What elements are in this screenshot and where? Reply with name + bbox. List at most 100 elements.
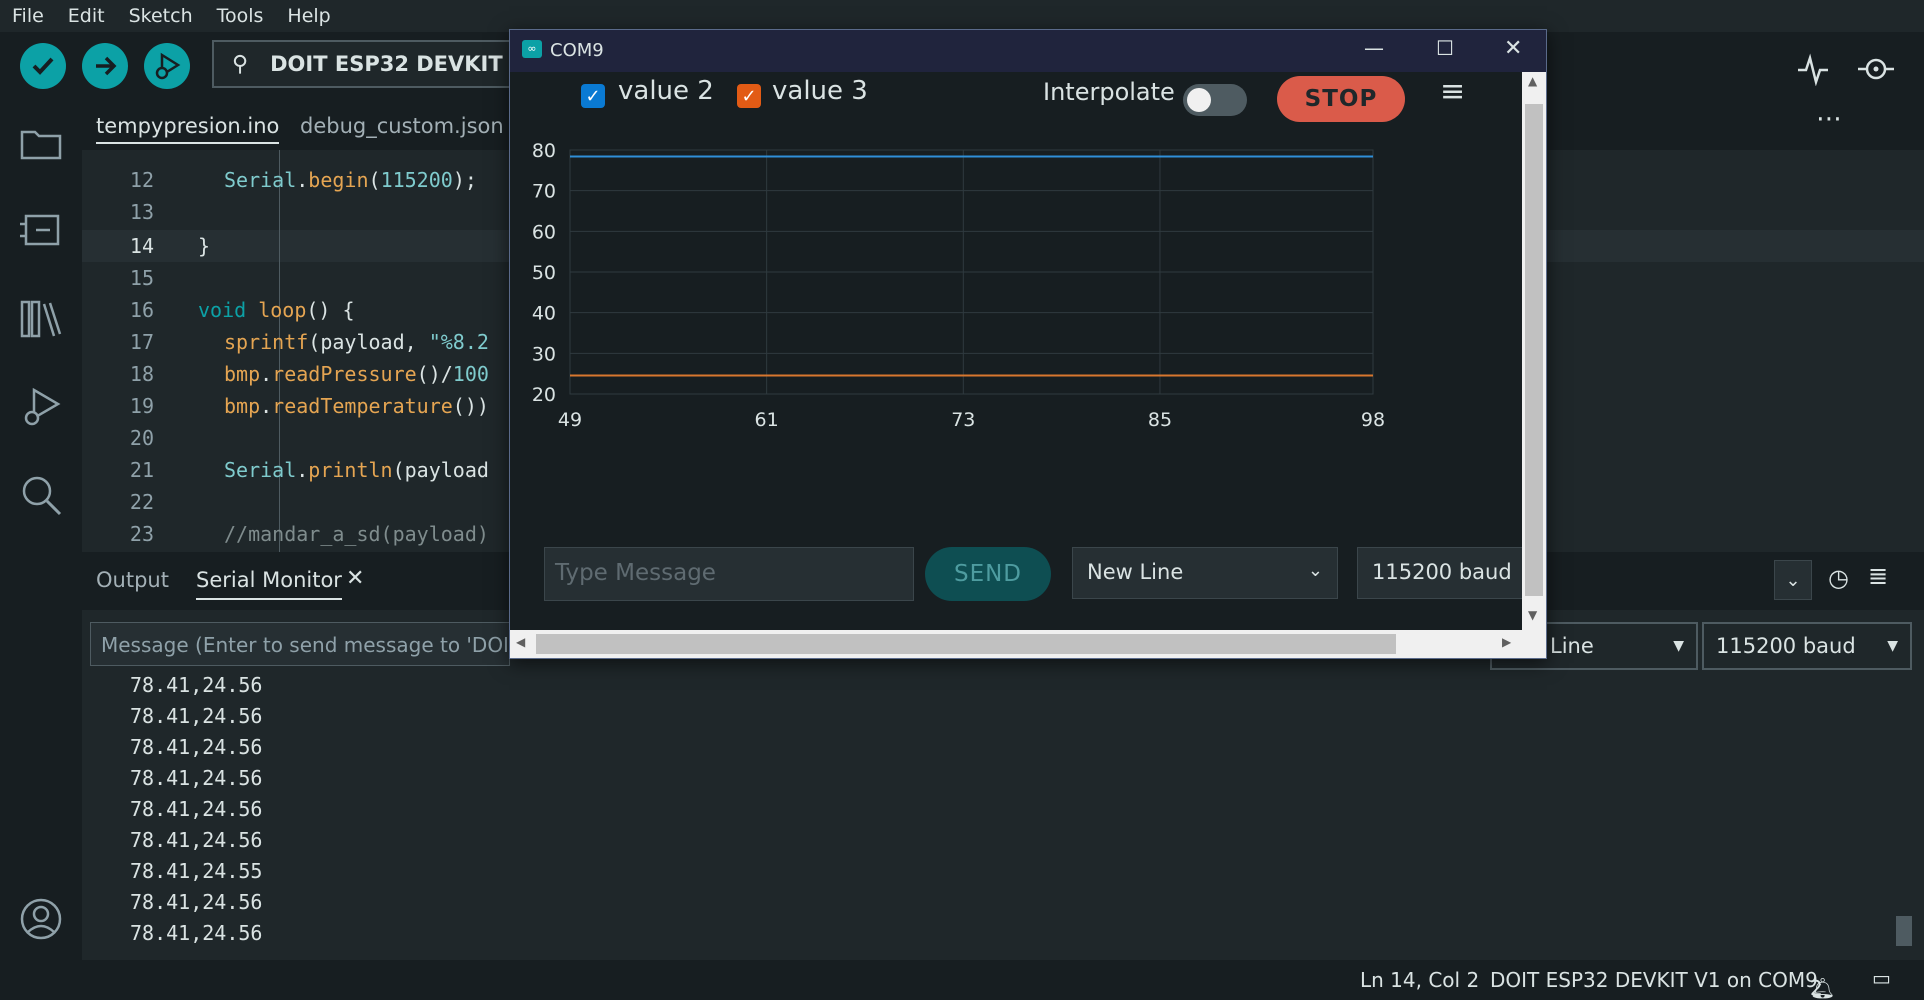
send-button[interactable]: SEND [925, 547, 1051, 601]
menu-file[interactable]: File [0, 5, 56, 27]
tab-tempypresion[interactable]: tempypresion.ino [96, 114, 280, 144]
plotter-line-ending-select[interactable]: New Line ⌄ [1072, 547, 1338, 599]
plotter-vertical-scrollbar[interactable]: ▲ ▼ [1522, 72, 1546, 630]
account-icon [20, 898, 62, 940]
x-tick-label: 85 [1148, 409, 1172, 431]
y-tick-label: 40 [532, 303, 556, 325]
serial-line: 78.41,24.56 [130, 766, 263, 790]
sidebar [0, 100, 82, 960]
line-ending-value: Line [1550, 634, 1594, 658]
debug-icon [155, 52, 181, 80]
code-line: bmp.readPressure()/100 [224, 362, 489, 386]
menu-bar: File Edit Sketch Tools Help [0, 0, 1924, 32]
y-tick-label: 50 [532, 262, 556, 284]
output-scrollbar-thumb[interactable] [1896, 916, 1912, 946]
code-line: } [198, 234, 211, 258]
tab-output[interactable]: Output [96, 568, 169, 592]
baud-select[interactable]: 115200 baud ▼ [1702, 622, 1912, 670]
serial-line: 78.41,24.56 [130, 704, 263, 728]
menu-lines-icon[interactable]: ≡ [1440, 74, 1465, 109]
serial-line: 78.41,24.56 [130, 828, 263, 852]
menu-tools[interactable]: Tools [205, 5, 276, 27]
line-number: 12 [129, 168, 154, 192]
serial-line: 78.41,24.56 [130, 735, 263, 759]
vertical-scroll-thumb[interactable] [1525, 104, 1543, 596]
line-number: 17 [129, 330, 154, 354]
tab-serial-monitor[interactable]: Serial Monitor [196, 568, 342, 600]
code-line: Serial.println(payload [224, 458, 489, 482]
scroll-corner [1522, 630, 1546, 658]
library-manager-button[interactable] [18, 296, 64, 342]
series-label-value2: value 2 [618, 76, 714, 106]
menu-help[interactable]: Help [275, 5, 342, 27]
close-icon[interactable]: ✕ [1504, 36, 1522, 61]
serial-plotter-button[interactable] [1796, 52, 1830, 93]
chevron-down-icon: ▼ [1673, 638, 1684, 654]
search-icon [22, 476, 62, 516]
verify-button[interactable] [20, 43, 66, 89]
series-checkbox-value3[interactable]: ✓ [737, 84, 761, 108]
clear-output-icon[interactable]: ≣ [1868, 562, 1888, 590]
stop-button[interactable]: STOP [1277, 76, 1405, 122]
boards-manager-button[interactable] [18, 206, 64, 252]
serial-line: 78.41,24.56 [130, 673, 263, 697]
serial-line: 78.41,24.56 [130, 921, 263, 945]
scroll-down-icon[interactable]: ▼ [1528, 608, 1537, 622]
plotter-baud-value: 115200 baud [1372, 560, 1512, 584]
chevron-down-icon: ⌄ [1307, 560, 1323, 581]
board-selector[interactable]: ⚲ DOIT ESP32 DEVKIT V [212, 40, 522, 88]
toggle-panel-icon[interactable]: ▭ [1872, 966, 1891, 990]
line-number: 23 [129, 522, 154, 546]
serial-plotter-icon [1798, 53, 1828, 87]
line-number: 18 [129, 362, 154, 386]
debug-button[interactable] [144, 43, 190, 89]
code-line: void loop() { [198, 298, 355, 322]
menu-edit[interactable]: Edit [56, 5, 117, 27]
minimize-icon[interactable]: — [1364, 36, 1384, 60]
plotter-horizontal-scrollbar[interactable]: ◀ ▶ [510, 630, 1522, 658]
menu-sketch[interactable]: Sketch [117, 5, 205, 27]
library-icon [20, 300, 62, 338]
line-number: 19 [129, 394, 154, 418]
more-options-icon[interactable]: ⋯ [1816, 104, 1842, 134]
scroll-right-icon[interactable]: ▶ [1502, 635, 1511, 649]
maximize-icon[interactable]: ☐ [1436, 36, 1454, 60]
plotter-content: ✓ value 2 ✓ value 3 Interpolate STOP ≡ 8… [510, 72, 1522, 630]
horizontal-scroll-thumb[interactable] [536, 634, 1396, 654]
plotter-message-input[interactable]: Type Message [544, 547, 914, 601]
board-status[interactable]: DOIT ESP32 DEVKIT V1 on COM9 [1490, 968, 1818, 992]
account-button[interactable] [18, 896, 64, 942]
check-icon: ✓ [585, 85, 601, 107]
debug-icon [24, 387, 61, 426]
double-chevron-down-icon: ⌄ [1785, 569, 1801, 591]
x-tick-label: 49 [558, 409, 582, 431]
interpolate-toggle[interactable] [1183, 84, 1247, 116]
close-icon[interactable]: ✕ [346, 566, 364, 591]
cursor-position[interactable]: Ln 14, Col 2 [1360, 968, 1479, 992]
x-tick-label: 61 [755, 409, 779, 431]
sketchbook-button[interactable] [18, 120, 64, 166]
serial-line: 78.41,24.56 [130, 797, 263, 821]
search-button[interactable] [18, 472, 64, 518]
upload-arrow-icon [96, 56, 117, 76]
series-checkbox-value2[interactable]: ✓ [581, 84, 605, 108]
debugger-button[interactable] [18, 384, 64, 430]
plotter-title: COM9 [550, 40, 604, 61]
code-line-comment: //mandar_a_sd(payload) [224, 522, 489, 546]
timestamp-toggle-icon[interactable]: ◷ [1828, 564, 1849, 592]
y-tick-label: 20 [532, 384, 556, 406]
line-number-active: 14 [129, 234, 154, 258]
serial-monitor-button[interactable] [1856, 52, 1896, 93]
usb-icon: ⚲ [232, 51, 249, 77]
upload-button[interactable] [82, 43, 128, 89]
chevron-down-icon: ▼ [1887, 638, 1898, 654]
tab-debug-custom[interactable]: debug_custom.json [300, 114, 504, 138]
plotter-baud-select[interactable]: 115200 baud [1357, 547, 1522, 599]
scroll-up-icon[interactable]: ▲ [1528, 74, 1537, 88]
scroll-left-icon[interactable]: ◀ [516, 635, 525, 649]
x-tick-label: 73 [951, 409, 975, 431]
baud-value: 115200 baud [1716, 634, 1856, 658]
autoscroll-button[interactable]: ⌄ [1774, 560, 1812, 600]
serial-monitor-icon [1858, 58, 1894, 80]
serial-message-input[interactable]: Message (Enter to send message to 'DOI [90, 622, 510, 666]
